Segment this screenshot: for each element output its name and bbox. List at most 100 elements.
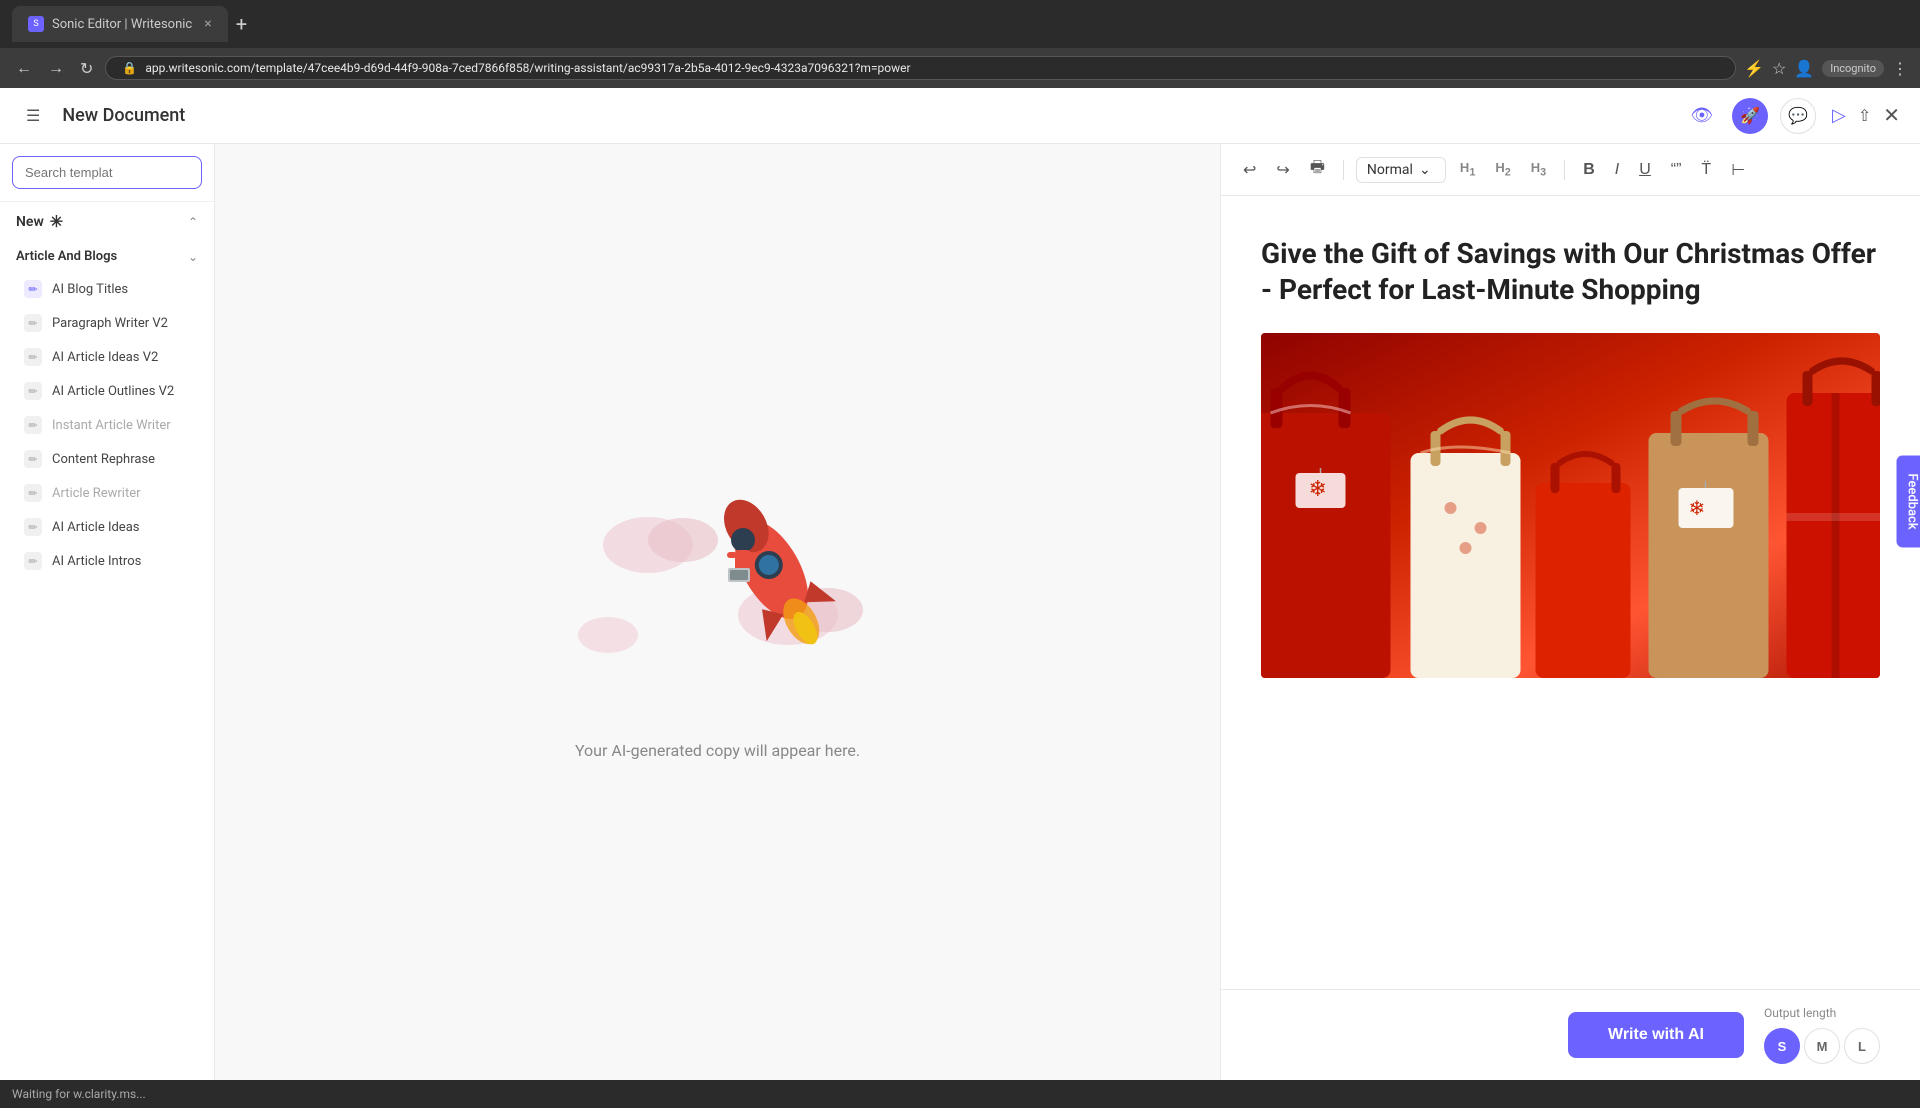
svg-text:❄: ❄ xyxy=(1309,477,1327,502)
rocket-illustration: Your AI-generated copy will appear here. xyxy=(568,144,868,1080)
redo-button[interactable]: ↪ xyxy=(1270,156,1295,184)
sidebar-item-label: Paragraph Writer V2 xyxy=(52,316,168,331)
sidebar-item-label: Article Rewriter xyxy=(52,486,141,501)
sidebar-item-label: Content Rephrase xyxy=(52,452,155,467)
nav-actions: ⚡ ☆ 👤 Incognito ⋮ xyxy=(1744,59,1908,78)
align-button[interactable]: ⊢ xyxy=(1725,156,1751,184)
bold-button[interactable]: B xyxy=(1577,157,1601,183)
new-section-chevron: ⌃ xyxy=(188,215,198,229)
browser-nav: ← → ↻ 🔒 app.writesonic.com/template/47ce… xyxy=(0,48,1920,88)
length-l-button[interactable]: L xyxy=(1844,1028,1880,1064)
dropdown-chevron-icon: ⌄ xyxy=(1419,162,1431,178)
underline-button[interactable]: U xyxy=(1633,157,1657,183)
search-container xyxy=(0,144,214,202)
browser-tab[interactable]: S Sonic Editor | Writesonic × xyxy=(12,6,228,42)
app-header: ☰ New Document 👁 🚀 💬 ▷ ⇧ ✕ xyxy=(0,88,1920,144)
share-button[interactable]: ⇧ xyxy=(1858,106,1871,126)
new-section-header[interactable]: New ✳ ⌃ xyxy=(0,202,214,241)
sidebar-item-ai-article-ideas[interactable]: ✏ AI Article Ideas xyxy=(0,510,214,544)
ai-blog-titles-icon: ✏ xyxy=(24,280,42,298)
sidebar-item-ai-article-intros[interactable]: ✏ AI Article Intros xyxy=(0,544,214,578)
menu-dots-icon[interactable]: ⋮ xyxy=(1892,59,1908,78)
header-actions: 👁 🚀 💬 xyxy=(1684,98,1816,134)
extensions-icon[interactable]: ⚡ xyxy=(1744,59,1764,78)
format-button[interactable]: T̈ xyxy=(1695,157,1717,183)
preview-button[interactable]: 👁 xyxy=(1684,98,1720,134)
forward-button[interactable]: → xyxy=(44,54,68,82)
right-panel: ↩ ↪ 🖶 Normal ⌄ H1 H2 H3 B I U “” T̈ ⊢ xyxy=(1220,144,1920,1080)
sparkle-icon: ✳ xyxy=(50,212,63,231)
sidebar-item-paragraph-writer[interactable]: ✏ Paragraph Writer V2 xyxy=(0,306,214,340)
url-text: app.writesonic.com/template/47cee4b9-d69… xyxy=(145,61,910,75)
lock-icon: 🔒 xyxy=(122,61,137,75)
back-button[interactable]: ← xyxy=(12,54,36,82)
write-with-ai-button[interactable]: Write with AI xyxy=(1568,1012,1744,1058)
main-content: New ✳ ⌃ Article And Blogs ⌄ ✏ AI Blog Ti xyxy=(0,144,1920,1080)
sidebar-section-articles: Article And Blogs ⌄ ✏ AI Blog Titles ✏ P… xyxy=(0,241,214,578)
article-section-chevron: ⌄ xyxy=(188,250,198,264)
feedback-tab[interactable]: Feedback xyxy=(1896,455,1920,547)
print-button[interactable]: 🖶 xyxy=(1304,152,1331,187)
sidebar-item-article-ideas-v2[interactable]: ✏ AI Article Ideas V2 xyxy=(0,340,214,374)
toolbar-separator-1 xyxy=(1343,160,1344,180)
tab-title: Sonic Editor | Writesonic xyxy=(52,17,192,32)
placeholder-text: Your AI-generated copy will appear here. xyxy=(575,741,860,760)
rocket-button[interactable]: 🚀 xyxy=(1732,98,1768,134)
sidebar-item-content-rephrase[interactable]: ✏ Content Rephrase xyxy=(0,442,214,476)
close-document-button[interactable]: ✕ xyxy=(1883,103,1900,128)
rocket-svg xyxy=(568,465,868,725)
article-ideas-v2-icon: ✏ xyxy=(24,348,42,366)
sidebar-item-article-outlines[interactable]: ✏ AI Article Outlines V2 xyxy=(0,374,214,408)
tab-favicon: S xyxy=(28,16,44,32)
status-bar: Waiting for w.clarity.ms... xyxy=(0,1080,1920,1108)
new-tab-button[interactable]: + xyxy=(236,12,247,36)
document-title: New Document xyxy=(62,105,1668,126)
italic-button[interactable]: I xyxy=(1609,157,1625,183)
article-image: ❄ xyxy=(1261,333,1880,678)
quote-button[interactable]: “” xyxy=(1665,157,1688,183)
svg-text:❄: ❄ xyxy=(1689,496,1706,520)
new-section-title: New ✳ xyxy=(16,212,63,231)
article-title: Give the Gift of Savings with Our Christ… xyxy=(1261,236,1880,309)
h3-button[interactable]: H3 xyxy=(1525,156,1552,183)
header-right: ▷ ⇧ ✕ xyxy=(1832,103,1900,128)
article-section-header[interactable]: Article And Blogs ⌄ xyxy=(0,241,214,272)
paragraph-writer-icon: ✏ xyxy=(24,314,42,332)
article-image-svg: ❄ xyxy=(1261,333,1880,678)
status-text: Waiting for w.clarity.ms... xyxy=(12,1087,146,1101)
profile-icon[interactable]: 👤 xyxy=(1794,59,1814,78)
undo-button[interactable]: ↩ xyxy=(1237,156,1262,184)
length-s-button[interactable]: S xyxy=(1764,1028,1800,1064)
article-rewriter-icon: ✏ xyxy=(24,484,42,502)
h1-button[interactable]: H1 xyxy=(1454,156,1481,183)
bookmark-icon[interactable]: ☆ xyxy=(1772,59,1786,78)
article-section-title: Article And Blogs xyxy=(16,249,117,264)
sidebar-item-article-rewriter[interactable]: ✏ Article Rewriter xyxy=(0,476,214,510)
chat-button[interactable]: 💬 xyxy=(1780,98,1816,134)
sidebar-item-ai-blog-titles[interactable]: ✏ AI Blog Titles xyxy=(0,272,214,306)
search-input[interactable] xyxy=(12,156,202,189)
content-rephrase-icon: ✏ xyxy=(24,450,42,468)
sidebar-item-label: AI Article Outlines V2 xyxy=(52,384,174,399)
sidebar-item-label: AI Article Ideas V2 xyxy=(52,350,158,365)
incognito-badge: Incognito xyxy=(1822,60,1884,77)
tab-close-button[interactable]: × xyxy=(204,16,211,32)
style-label: Normal xyxy=(1367,162,1413,178)
bottom-panel: Write with AI Output length S M L xyxy=(1221,989,1920,1080)
length-m-button[interactable]: M xyxy=(1804,1028,1840,1064)
editor-toolbar: ↩ ↪ 🖶 Normal ⌄ H1 H2 H3 B I U “” T̈ ⊢ xyxy=(1221,144,1920,196)
sidebar: New ✳ ⌃ Article And Blogs ⌄ ✏ AI Blog Ti xyxy=(0,144,215,1080)
sidebar-item-label: AI Blog Titles xyxy=(52,282,128,297)
address-bar[interactable]: 🔒 app.writesonic.com/template/47cee4b9-d… xyxy=(105,56,1736,80)
sidebar-scroll: New ✳ ⌃ Article And Blogs ⌄ ✏ AI Blog Ti xyxy=(0,202,214,1080)
sidebar-item-instant-article[interactable]: ✏ Instant Article Writer xyxy=(0,408,214,442)
style-dropdown[interactable]: Normal ⌄ xyxy=(1356,157,1446,183)
hamburger-menu-button[interactable]: ☰ xyxy=(20,102,46,130)
article-outlines-icon: ✏ xyxy=(24,382,42,400)
center-panel: Your AI-generated copy will appear here. xyxy=(215,144,1220,1080)
refresh-button[interactable]: ↻ xyxy=(76,55,97,82)
new-label: New xyxy=(16,214,44,230)
h2-button[interactable]: H2 xyxy=(1489,156,1516,183)
play-button[interactable]: ▷ xyxy=(1832,105,1846,126)
editor-content[interactable]: Give the Gift of Savings with Our Christ… xyxy=(1221,196,1920,989)
